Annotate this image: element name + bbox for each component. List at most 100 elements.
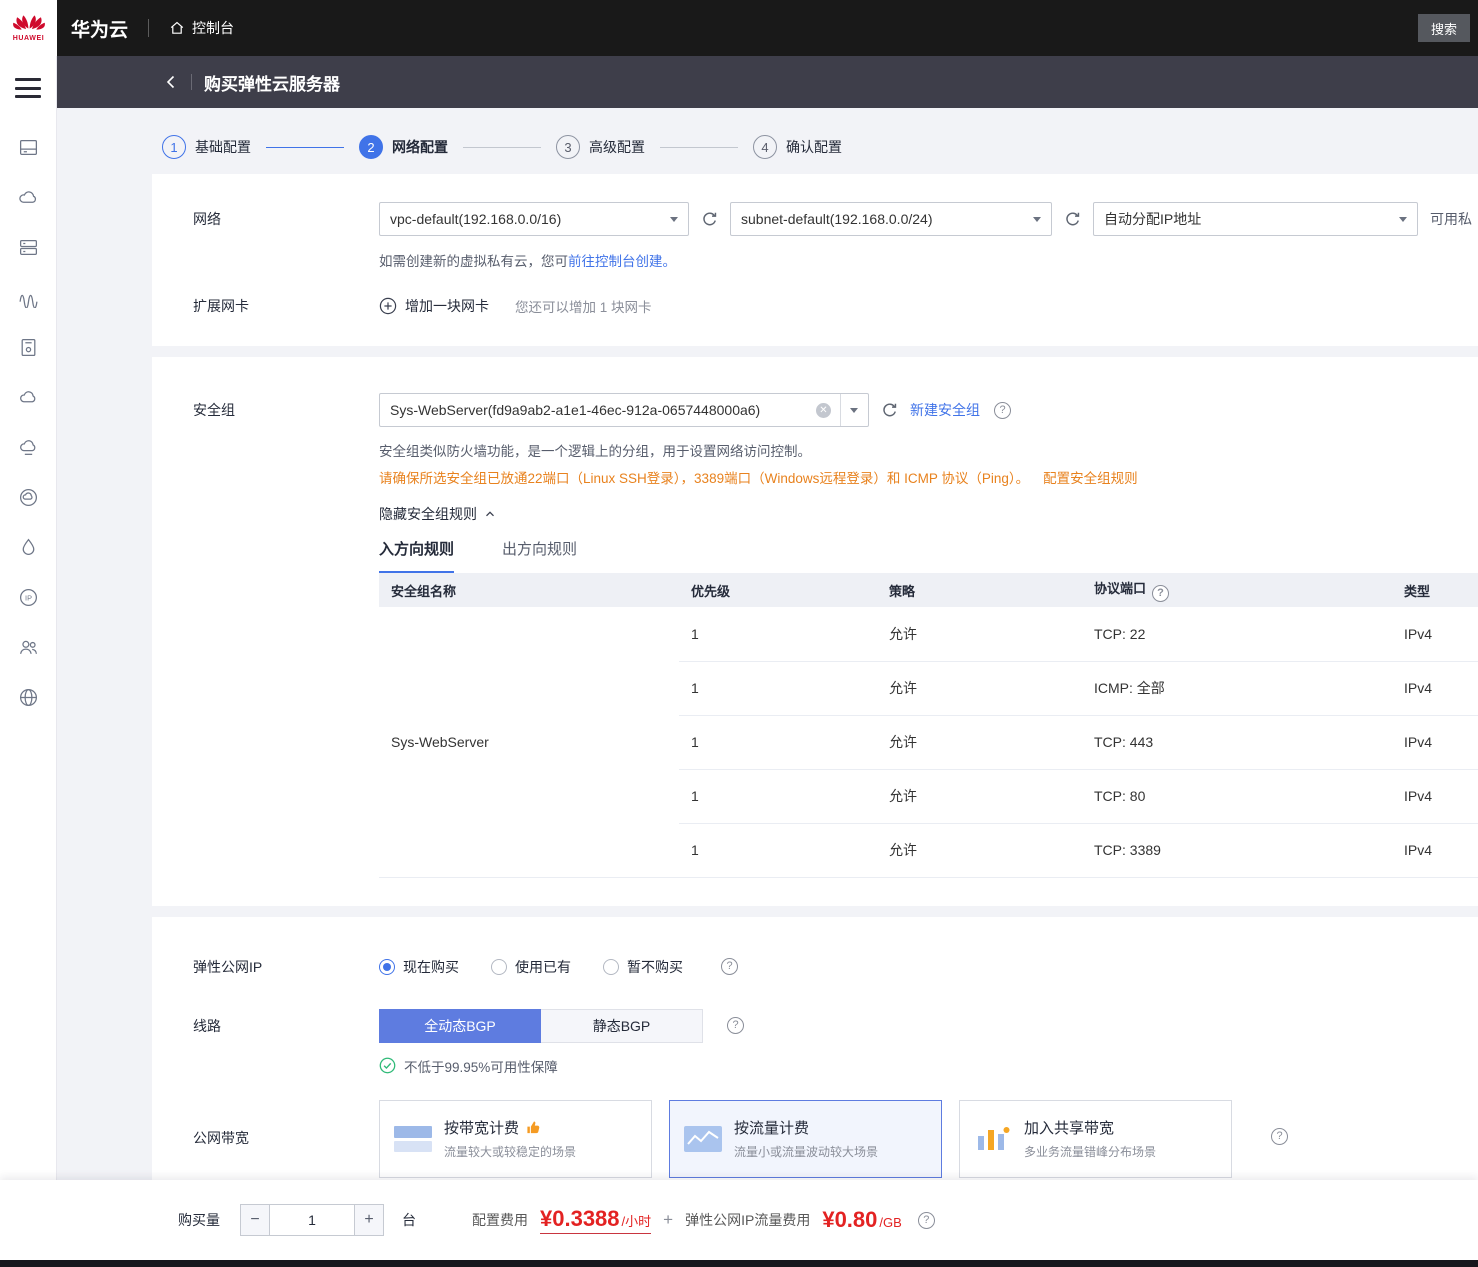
bandwidth-help-icon[interactable]: ? [1271,1127,1288,1145]
priority-cell: 1 [679,661,877,716]
line-toggle-group: 全动态BGP 静态BGP [379,1008,703,1043]
sidebar-item-volume[interactable] [0,522,56,572]
menu-toggle[interactable] [15,78,41,98]
shared-bandwidth-icon [978,1126,1010,1150]
ip-mode-select-value: 自动分配IP地址 [1104,211,1202,227]
add-nic-button[interactable]: 增加一块网卡 [379,296,489,316]
quantity-increase-button[interactable]: + [354,1204,384,1236]
back-button[interactable] [163,74,179,90]
table-header-row: 安全组名称 优先级 策略 协议端口? 类型 [379,573,1478,607]
configure-sg-rules-link[interactable]: 配置安全组规则 [1043,471,1138,486]
radio-icon [603,958,619,975]
eip-label: 弹性公网IP [193,958,263,975]
clear-selection-icon[interactable]: ✕ [816,402,831,418]
security-group-value: Sys-WebServer(fd9a9ab2-a1e1-46ec-912a-06… [390,402,761,418]
config-fee-price: ¥0.3388 /小时 [540,1206,652,1234]
subnet-select[interactable]: subnet-default(192.168.0.0/24) [730,202,1052,236]
security-group-select[interactable]: Sys-WebServer(fd9a9ab2-a1e1-46ec-912a-06… [379,393,869,427]
security-group-refresh-button[interactable] [881,402,898,419]
radio-not-buy[interactable]: 暂不购买 [603,957,683,977]
bandwidth-card-by-traffic[interactable]: 按流量计费 流量小或流量波动较大场景 [669,1099,942,1178]
vpc-refresh-button[interactable] [701,211,718,228]
price-help-icon[interactable]: ? [917,1211,935,1229]
bandwidth-card-by-bandwidth[interactable]: 按带宽计费 流量较大或较稳定的场景 [379,1099,652,1178]
security-group-help-icon[interactable]: ? [994,401,1011,419]
priority-cell: 1 [679,715,877,770]
plus-circle-icon [379,297,397,315]
svg-text:IP: IP [25,593,32,602]
hide-sg-rules-label: 隐藏安全组规则 [379,506,477,522]
create-security-group-link[interactable]: 新建安全组 [910,400,980,420]
chevron-up-icon [486,511,494,517]
title-divider [191,74,192,90]
step-2-network[interactable]: 2 网络配置 [359,135,448,159]
quantity-decrease-button[interactable]: − [240,1204,270,1236]
priority-cell: 1 [679,769,877,824]
ip-mode-select[interactable]: 自动分配IP地址 [1093,202,1418,236]
line-toggle-dynamic-bgp[interactable]: 全动态BGP [379,1008,541,1043]
policy-cell: 允许 [877,715,1082,770]
sidebar-item-cloud-monitor[interactable] [0,472,56,522]
line-help-icon[interactable]: ? [727,1017,744,1034]
ecs-server-icon [19,139,37,155]
vpc-globe-icon [19,688,37,706]
create-vpc-link[interactable]: 前往控制台创建。 [568,254,676,269]
step-4-confirm[interactable]: 4 确认配置 [753,135,842,159]
sidebar-item-storage[interactable] [0,222,56,272]
refresh-icon [1066,211,1080,225]
eip-help-icon[interactable]: ? [721,958,738,975]
sidebar-item-vpc[interactable] [0,672,56,722]
step-3-circle: 3 [556,135,580,159]
huawei-logo[interactable]: HUAWEI [0,0,57,56]
step-2-circle: 2 [359,135,383,159]
sidebar-item-auto-scaling[interactable] [0,172,56,222]
sidebar-item-users[interactable] [0,622,56,672]
brand-name[interactable]: 华为云 [71,15,128,42]
step-3-advanced[interactable]: 3 高级配置 [556,135,645,159]
port-cell: TCP: 80 [1082,769,1392,824]
sidebar-item-disk[interactable] [0,322,56,372]
subnet-refresh-button[interactable] [1064,211,1081,228]
step-4-circle: 4 [753,135,777,159]
search-button[interactable]: 搜索 [1417,14,1470,42]
volume-drop-icon [22,538,34,555]
security-group-description: 安全组类似防火墙功能，是一个逻辑上的分组，用于设置网络访问控制。 [379,444,811,459]
topbar: HUAWEI 华为云 控制台 搜索 [0,0,1478,56]
main-content: 1 基础配置 2 网络配置 3 高级配置 4 确认配置 网络 vpc-defau… [57,108,1478,1267]
line-toggle-static-bgp[interactable]: 静态BGP [541,1008,703,1043]
topbar-divider [148,19,150,37]
tab-inbound-rules[interactable]: 入方向规则 [379,538,455,573]
auto-scaling-cloud-icon [18,190,36,203]
vpc-help-text: 如需创建新的虚拟私有云，您可 [379,254,568,269]
step-indicator: 1 基础配置 2 网络配置 3 高级配置 4 确认配置 [162,135,1478,159]
bandwidth-card-desc: 流量小或流量波动较大场景 [734,1145,879,1159]
hide-sg-rules-toggle[interactable]: 隐藏安全组规则 [379,504,496,524]
huawei-flower-icon [12,15,45,30]
chevron-down-icon [1033,216,1041,222]
sg-rules-table: 安全组名称 优先级 策略 协议端口? 类型 Sys-WebServer 1 允许… [379,573,1478,878]
col-header-policy: 策略 [877,573,1082,607]
sidebar-item-network[interactable] [0,272,56,322]
quantity-input[interactable] [270,1204,354,1236]
step-1-circle: 1 [162,135,186,159]
sidebar-item-eip[interactable]: IP [0,572,56,622]
sidebar-item-ecs[interactable] [0,122,56,172]
radio-use-existing[interactable]: 使用已有 [491,957,571,977]
sidebar-item-cloud-1[interactable] [0,372,56,422]
back-chevron-icon [166,75,175,89]
network-section: 网络 vpc-default(192.168.0.0/16) subnet-de… [152,174,1478,346]
vpc-select[interactable]: vpc-default(192.168.0.0/16) [379,202,689,236]
chevron-down-icon [670,216,678,222]
radio-buy-now-label: 现在购买 [403,958,459,975]
tab-outbound-rules[interactable]: 出方向规则 [502,538,577,573]
radio-buy-now[interactable]: 现在购买 [379,957,459,977]
console-label: 控制台 [192,20,235,36]
sidebar-item-cloud-2[interactable] [0,422,56,472]
console-link[interactable]: 控制台 [169,18,234,38]
security-group-label: 安全组 [193,402,235,418]
config-fee-label: 配置费用 [472,1212,528,1228]
policy-cell: 允许 [877,607,1082,662]
bandwidth-card-shared[interactable]: 加入共享带宽 多业务流量错峰分布场景 [959,1099,1232,1178]
protocol-port-help-icon[interactable]: ? [1152,585,1170,602]
step-1-basic[interactable]: 1 基础配置 [162,135,251,159]
